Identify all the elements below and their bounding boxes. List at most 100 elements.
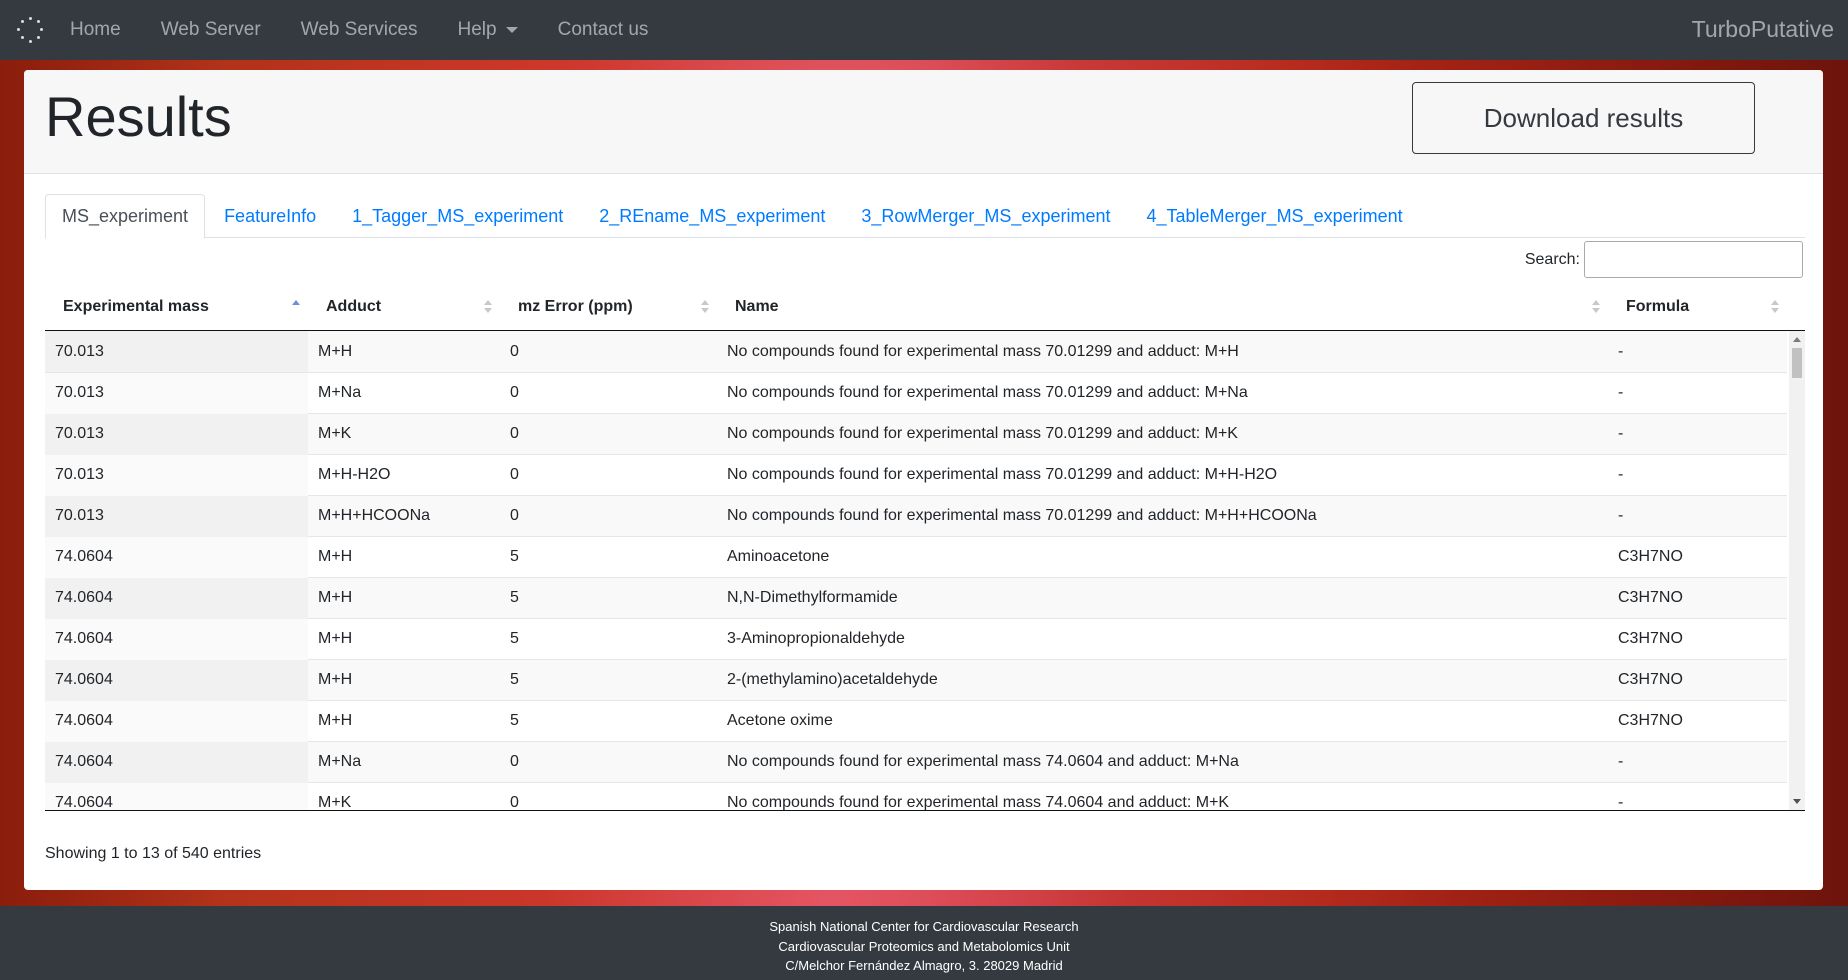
tab-ms-experiment[interactable]: MS_experiment (45, 194, 206, 239)
cell-experimental-mass: 70.013 (45, 331, 308, 372)
cell-adduct: M+H (318, 342, 353, 360)
caret-down-icon (505, 27, 518, 33)
nav-web-services[interactable]: Web Services (301, 19, 418, 41)
cell-formula: - (1618, 794, 1624, 811)
table-row[interactable]: 74.0604 M+H 5 N,N-Dimethylformamide C3H7NO (45, 577, 1787, 619)
navbar: Home Web Server Web Services Help Contac… (0, 0, 1848, 60)
column-header-mz-error[interactable]: mz Error (ppm) (500, 284, 717, 331)
cell-name: Acetone oxime (727, 712, 833, 729)
cell-experimental-mass: 74.0604 (45, 741, 308, 783)
cell-name: No compounds found for experimental mass… (727, 794, 1230, 811)
scroll-down-arrow-icon[interactable] (1793, 799, 1801, 804)
cell-name: No compounds found for experimental mass… (727, 384, 1248, 401)
column-header-label: mz Error (ppm) (518, 298, 633, 315)
table-row[interactable]: 74.0604 M+K 0 No compounds found for experi… (45, 782, 1787, 811)
table-header: Experimental mass Adduct mz Error (ppm) … (45, 284, 1805, 331)
cell-name: No compounds found for experimental mass… (727, 425, 1238, 442)
cell-adduct: M+K (318, 425, 352, 442)
table-row[interactable]: 70.013 M+H 0 No compounds found for experim… (45, 331, 1787, 372)
tab-tablemerger[interactable]: 4_TableMerger_MS_experiment (1129, 194, 1419, 238)
cell-mz-error: 0 (510, 342, 519, 360)
loader-logo-icon[interactable] (14, 14, 46, 46)
column-header-formula[interactable]: Formula (1608, 284, 1787, 331)
column-header-label: Adduct (326, 298, 382, 315)
vertical-scrollbar[interactable] (1789, 331, 1805, 810)
cell-name: 2-(methylamino)acetaldehyde (727, 671, 938, 688)
cell-mz-error: 5 (510, 548, 519, 565)
nav-web-server[interactable]: Web Server (161, 19, 261, 41)
brand-name[interactable]: TurboPutative (1692, 16, 1834, 43)
sort-icon (1592, 299, 1600, 314)
cell-experimental-mass: 74.0604 (45, 536, 308, 578)
footer: Spanish National Center for Cardiovascul… (0, 906, 1848, 980)
footer-line: Cardiovascular Proteomics and Metabolomi… (778, 938, 1070, 954)
cell-formula: C3H7NO (1618, 630, 1683, 647)
column-header-label: Formula (1626, 298, 1690, 315)
column-header-adduct[interactable]: Adduct (308, 284, 500, 331)
table-row[interactable]: 74.0604 M+H 5 Aminoacetone C3H7NO (45, 536, 1787, 578)
column-header-label: Name (735, 298, 779, 315)
table-row[interactable]: 70.013 M+H+HCOONa 0 No compounds found for … (45, 495, 1787, 537)
footer-line: C/Melchor Fernández Almagro, 3. 28029 Ma… (785, 958, 1063, 973)
cell-adduct: M+H (318, 671, 353, 688)
column-header-label: Experimental mass (63, 298, 209, 315)
table-info: Showing 1 to 13 of 540 entries (45, 845, 262, 862)
cell-name: No compounds found for experimental mass… (727, 466, 1278, 483)
table-row[interactable]: 74.0604 M+H 5 Acetone oxime C3H7NO (45, 700, 1787, 742)
cell-name: Aminoacetone (727, 548, 830, 565)
tab-featureinfo[interactable]: FeatureInfo (207, 194, 333, 238)
nav-contact[interactable]: Contact us (558, 19, 649, 41)
cell-adduct: M+K (318, 794, 352, 811)
tab-rename[interactable]: 2_REname_MS_experiment (582, 194, 842, 238)
scrollbar-thumb[interactable] (1792, 348, 1802, 378)
tab-bar: MS_experiment FeatureInfo 1_Tagger_MS_ex… (45, 194, 1805, 239)
cell-mz-error: 5 (510, 671, 519, 688)
table-row[interactable]: 70.013 M+H-H2O 0 No compounds found for exp… (45, 454, 1787, 496)
cell-experimental-mass: 74.0604 (45, 700, 308, 742)
table-scroll-body[interactable]: 70.013 M+H 0 No compounds found for experim… (45, 331, 1805, 811)
results-card: Results Download results MS_experiment F… (24, 70, 1823, 890)
search-area: Search: (1525, 241, 1803, 278)
tab-tagger[interactable]: 1_Tagger_MS_experiment (335, 194, 580, 238)
search-label: Search: (1524, 250, 1580, 268)
table-row[interactable]: 70.013 M+K 0 No compounds found for experim… (45, 413, 1787, 455)
column-header-name[interactable]: Name (717, 284, 1608, 331)
tab-rowmerger[interactable]: 3_RowMerger_MS_experiment (844, 194, 1127, 238)
cell-name: No compounds found for experimental mass… (727, 507, 1317, 524)
scroll-up-arrow-icon[interactable] (1793, 337, 1801, 342)
cell-mz-error: 5 (510, 712, 519, 729)
cell-formula: C3H7NO (1618, 671, 1683, 688)
sort-icon (701, 299, 709, 314)
table-row[interactable]: 74.0604 M+H 5 2-(methylamino)acetaldehyde C3… (45, 659, 1787, 701)
cell-formula: - (1618, 466, 1624, 483)
table-row[interactable]: 70.013 M+Na 0 No compounds found for experi… (45, 372, 1787, 414)
sort-ascending-icon (292, 299, 300, 314)
cell-formula: - (1618, 342, 1624, 360)
cell-formula: - (1618, 384, 1624, 401)
cell-experimental-mass: 74.0604 (45, 577, 308, 619)
cell-mz-error: 0 (510, 507, 519, 524)
cell-mz-error: 0 (510, 384, 519, 401)
table-row[interactable]: 74.0604 M+Na 0 No compounds found for exper… (45, 741, 1787, 783)
column-header-experimental-mass[interactable]: Experimental mass (45, 284, 308, 331)
cell-adduct: M+H (318, 712, 353, 729)
search-input[interactable] (1584, 241, 1803, 278)
nav-help-label: Help (457, 19, 497, 40)
table-rows: 70.013 M+H 0 No compounds found for experim… (45, 331, 1787, 811)
cell-adduct: M+H (318, 589, 353, 606)
cell-mz-error: 0 (510, 466, 519, 483)
cell-mz-error: 0 (510, 425, 519, 442)
footer-line: Spanish National Center for Cardiovascul… (769, 919, 1079, 934)
cell-experimental-mass: 74.0604 (45, 782, 308, 810)
cell-mz-error: 5 (510, 630, 519, 647)
cell-mz-error: 5 (510, 589, 519, 606)
cell-name: No compounds found for experimental mass… (727, 342, 1239, 360)
nav-home[interactable]: Home (70, 19, 121, 41)
cell-name: No compounds found for experimental mass… (727, 753, 1239, 770)
cell-adduct: M+Na (318, 384, 362, 401)
nav-help-dropdown[interactable]: Help (458, 19, 518, 41)
cell-formula: - (1618, 753, 1624, 770)
table-row[interactable]: 74.0604 M+H 5 3-Aminopropionaldehyde C3H7NO (45, 618, 1787, 660)
cell-formula: - (1618, 425, 1624, 442)
download-results-button[interactable]: Download results (1412, 82, 1755, 154)
